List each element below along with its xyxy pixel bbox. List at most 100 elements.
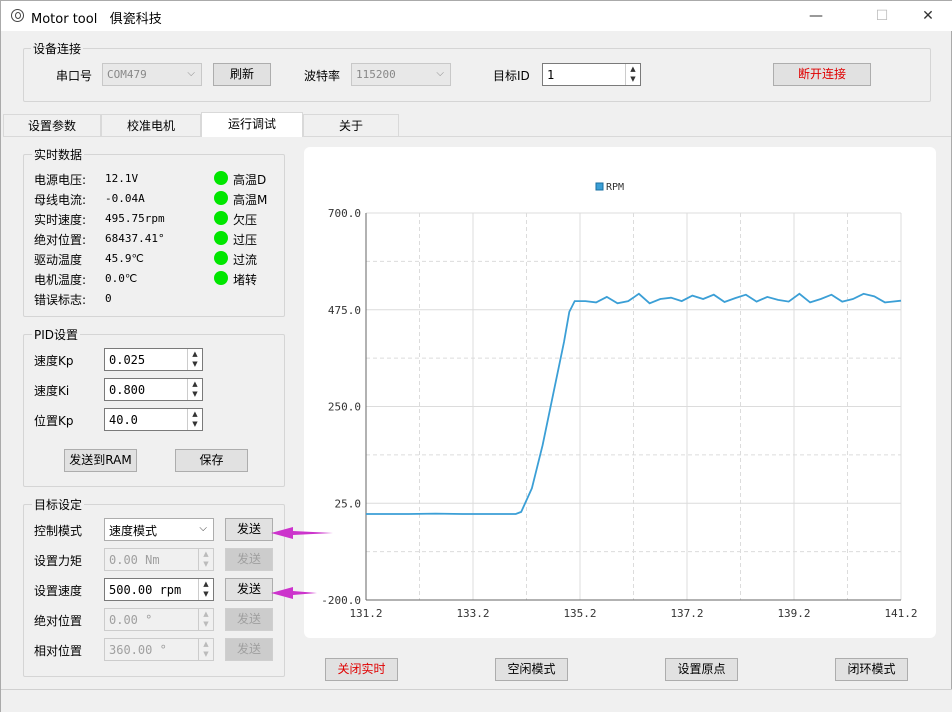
spin-down-icon[interactable]: ▼ [626, 74, 640, 84]
close-realtime-button[interactable]: 关闭实时 [325, 658, 398, 681]
current-label: 母线电流: [34, 193, 87, 207]
save-button[interactable]: 保存 [175, 449, 248, 472]
status-indicator-icon [214, 231, 228, 245]
set-speed-label: 设置速度 [34, 584, 83, 598]
driver-temp-value: 45.9℃ [105, 252, 144, 265]
indicator-label: 过流 [233, 253, 258, 267]
spin-down-icon[interactable]: ▼ [199, 589, 213, 599]
spin-buttons[interactable]: ▲ ▼ [187, 409, 202, 430]
control-mode-select[interactable]: 速度模式 ⌵ [104, 518, 214, 541]
y-tick-label: 25.0 [335, 497, 362, 510]
spin-buttons[interactable]: ▲ ▼ [198, 639, 213, 660]
x-tick-label: 139.2 [777, 607, 810, 620]
set-torque-label: 设置力矩 [34, 554, 83, 568]
send-to-ram-button[interactable]: 发送到RAM [64, 449, 137, 472]
legend-swatch [595, 182, 604, 191]
spin-up-icon[interactable]: ▲ [626, 64, 640, 74]
spin-down-icon[interactable]: ▼ [199, 559, 213, 569]
speed-input[interactable]: 500.00 rpm ▲ ▼ [104, 578, 214, 601]
send-torque-button[interactable]: 发送 [225, 548, 273, 571]
indicator-label: 堵转 [233, 273, 258, 287]
chevron-down-icon: ⌵ [187, 68, 195, 79]
send-mode-button[interactable]: 发送 [225, 518, 273, 541]
y-tick-label: 250.0 [328, 401, 361, 414]
close-button[interactable]: ✕ [905, 1, 951, 31]
annotation-arrow-mode [271, 527, 333, 539]
voltage-label: 电源电压: [34, 173, 87, 187]
spin-buttons[interactable]: ▲ ▼ [198, 579, 213, 600]
abs-pos-input[interactable]: 0.00 ° ▲ ▼ [104, 608, 214, 631]
spin-up-icon[interactable]: ▲ [188, 349, 202, 359]
speed-ki-label: 速度Ki [34, 384, 70, 398]
annotation-arrows [271, 527, 333, 599]
closed-loop-button[interactable]: 闭环模式 [835, 658, 908, 681]
spin-up-icon[interactable]: ▲ [199, 549, 213, 559]
send-speed-button[interactable]: 发送 [225, 578, 273, 601]
spin-down-icon[interactable]: ▼ [188, 419, 202, 429]
spin-buttons[interactable]: ▲ ▼ [187, 379, 202, 400]
speed-kp-value: 0.025 [109, 353, 146, 367]
port-label: 串口号 [56, 69, 93, 83]
status-indicator-icon [214, 251, 228, 265]
error-flag-label: 错误标志: [34, 293, 87, 307]
pos-kp-label: 位置Kp [34, 414, 74, 428]
control-mode-label: 控制模式 [34, 524, 83, 538]
speed-value: 495.75rpm [105, 212, 165, 225]
spin-up-icon[interactable]: ▲ [199, 579, 213, 589]
title-bar: Motor tool 俱瓷科技 — ☐ ✕ [1, 1, 952, 31]
tab-settings[interactable]: 设置参数 [3, 114, 101, 136]
rel-pos-label: 相对位置 [34, 644, 83, 658]
pos-kp-input[interactable]: 40.0 ▲ ▼ [104, 408, 203, 431]
rel-pos-input-value: 360.00 ° [109, 643, 167, 657]
spin-buttons[interactable]: ▲ ▼ [198, 549, 213, 570]
speed-label: 实时速度: [34, 213, 87, 227]
rel-pos-input[interactable]: 360.00 ° ▲ ▼ [104, 638, 214, 661]
send-rel-pos-button[interactable]: 发送 [225, 638, 273, 661]
spin-up-icon[interactable]: ▲ [199, 639, 213, 649]
company-name: 俱瓷科技 [109, 12, 162, 27]
spin-buttons[interactable]: ▲ ▼ [198, 609, 213, 630]
spin-up-icon[interactable]: ▲ [199, 609, 213, 619]
spin-down-icon[interactable]: ▼ [188, 389, 202, 399]
torque-value: 0.00 Nm [109, 553, 160, 567]
speed-kp-input[interactable]: 0.025 ▲ ▼ [104, 348, 203, 371]
speed-ki-value: 0.800 [109, 383, 146, 397]
status-indicator-icon [214, 191, 228, 205]
torque-input[interactable]: 0.00 Nm ▲ ▼ [104, 548, 214, 571]
driver-temp-label: 驱动温度 [34, 253, 83, 267]
spin-down-icon[interactable]: ▼ [188, 359, 202, 369]
x-tick-label: 141.2 [884, 607, 917, 620]
pos-kp-value: 40.0 [109, 413, 138, 427]
spin-buttons[interactable]: ▲ ▼ [625, 64, 640, 85]
tab-run-debug[interactable]: 运行调试 [201, 112, 303, 137]
disconnect-button[interactable]: 断开连接 [773, 63, 871, 86]
baud-select[interactable]: 115200 ⌵ [351, 63, 451, 86]
status-strip [1, 689, 952, 712]
abs-position-value: 68437.41° [105, 232, 165, 245]
app-logo-icon [11, 9, 24, 22]
spin-up-icon[interactable]: ▲ [188, 379, 202, 389]
spin-down-icon[interactable]: ▼ [199, 649, 213, 659]
speed-ki-input[interactable]: 0.800 ▲ ▼ [104, 378, 203, 401]
tab-about[interactable]: 关于 [303, 114, 399, 136]
annotation-arrow-speed [271, 587, 317, 599]
abs-position-label: 绝对位置: [34, 233, 87, 247]
port-select[interactable]: COM479 ⌵ [102, 63, 202, 86]
spin-down-icon[interactable]: ▼ [199, 619, 213, 629]
maximize-button[interactable]: ☐ [859, 1, 905, 31]
target-group-title: 目标设定 [32, 496, 85, 513]
control-mode-value: 速度模式 [109, 524, 158, 538]
refresh-button[interactable]: 刷新 [213, 63, 271, 86]
set-origin-button[interactable]: 设置原点 [665, 658, 738, 681]
indicator-label: 高温D [233, 173, 267, 187]
minimize-button[interactable]: — [793, 1, 839, 31]
rpm-chart: 700.0475.0250.025.0-200.0131.2 133.2 135.2… [321, 182, 917, 620]
spin-up-icon[interactable]: ▲ [188, 409, 202, 419]
spin-buttons[interactable]: ▲ ▼ [187, 349, 202, 370]
target-id-input[interactable]: 1 ▲ ▼ [542, 63, 641, 86]
connection-group-title: 设备连接 [31, 40, 84, 57]
tab-calibrate[interactable]: 校准电机 [101, 114, 201, 136]
send-abs-pos-button[interactable]: 发送 [225, 608, 273, 631]
current-value: -0.04A [105, 192, 145, 205]
idle-mode-button[interactable]: 空闲模式 [495, 658, 568, 681]
